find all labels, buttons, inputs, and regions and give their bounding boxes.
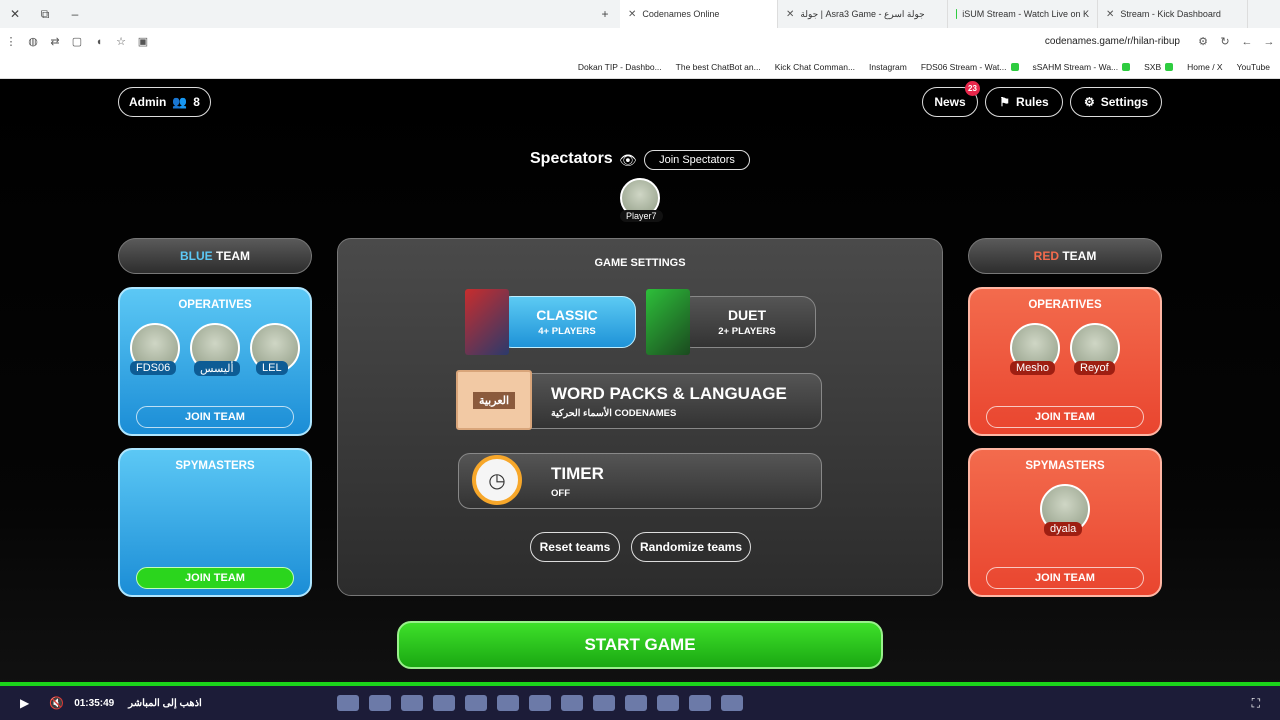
red-team-header: RED TEAM <box>968 238 1162 274</box>
bookmark-item[interactable]: Dokan TIP - Dashbo... <box>578 62 662 72</box>
blue-operatives-panel: OPERATIVES FDS06 أليسس LEL JOIN TEAM <box>118 287 312 436</box>
player-name: أليسس <box>194 361 240 376</box>
news-button[interactable]: News 23 <box>922 81 980 117</box>
app-icon[interactable] <box>400 695 423 711</box>
tab-kick-dashboard[interactable]: ✕ Stream - Kick Dashboard <box>1098 0 1248 28</box>
bookmark-item[interactable]: The best ChatBot an... <box>676 62 761 72</box>
gear-icon: ⚙ <box>1083 95 1095 109</box>
folder-icon[interactable] <box>656 695 679 711</box>
star-icon[interactable]: ☆ <box>110 35 132 48</box>
red-spymasters-panel: SPYMASTERS dyala JOIN TEAM <box>968 448 1162 597</box>
app-icon[interactable] <box>720 695 743 711</box>
player-name: FDS06 <box>130 361 177 375</box>
address-bar: ⋮ ◍ ⇄ ▢ ◖ ☆ ▣ codenames.game/r/hilan-rib… <box>0 28 1280 55</box>
kick-icon <box>1165 62 1174 71</box>
blue-join-operatives-button[interactable]: JOIN TEAM <box>136 406 294 428</box>
player-name: Mesho <box>1010 361 1056 375</box>
blue-team-header: BLUE TEAM <box>118 238 312 274</box>
codenames-app: Admin 👥 8 News 23 ⚑ Rules ⚙ Settings Spe… <box>0 80 1280 686</box>
eye-icon: 👁 <box>619 152 637 168</box>
classic-box-image <box>465 289 509 355</box>
app-icon[interactable] <box>432 695 455 711</box>
rules-button[interactable]: ⚑ Rules <box>985 87 1063 117</box>
player-name: dyala <box>1044 522 1083 536</box>
kick-icon <box>1010 62 1019 71</box>
bookmark-item[interactable]: sSAHM Stream - Wa... <box>1033 62 1131 72</box>
tab-codenames[interactable]: ✕ Codenames Online <box>620 0 778 28</box>
join-spectators-button[interactable]: Join Spectators <box>644 150 750 170</box>
news-badge: 23 <box>965 81 980 96</box>
start-game-button[interactable]: START GAME <box>397 621 883 669</box>
reset-teams-button[interactable]: Reset teams <box>530 532 620 562</box>
settings-button[interactable]: ⚙ Settings <box>1070 87 1162 117</box>
bookmark-item[interactable]: FDS06 Stream - Wat... <box>921 62 1019 72</box>
extension-icon[interactable]: ◍ <box>22 35 44 48</box>
taskbar: ▶ 🔇 01:35:49 اذهب إلى المباشر ⛶ <box>0 686 1280 720</box>
bookmark-icon[interactable]: ▣ <box>132 35 154 48</box>
admin-button[interactable]: Admin 👥 8 <box>118 87 211 117</box>
red-join-operatives-button[interactable]: JOIN TEAM <box>986 406 1144 428</box>
game-settings-panel: GAME SETTINGS CLASSIC 4+ PLAYERS DUET 2+… <box>337 238 943 596</box>
blue-spymasters-panel: SPYMASTERS JOIN TEAM <box>118 448 312 597</box>
cast-icon[interactable]: ◖ <box>88 36 110 48</box>
edge-icon[interactable] <box>688 695 711 711</box>
players-icon: 👥 <box>172 95 188 109</box>
fullscreen-icon[interactable]: ⛶ <box>1252 696 1260 711</box>
app-icon[interactable] <box>624 695 647 711</box>
kick-icon <box>1122 62 1131 71</box>
bookmark-item[interactable]: SXB <box>1144 62 1174 72</box>
back-icon[interactable]: ← <box>1236 36 1258 48</box>
tab-asra3[interactable]: ✕ جولة | Asra3 Game - جولة اسرع <box>778 0 948 28</box>
app-icon[interactable] <box>464 695 487 711</box>
close-window-icon[interactable]: ✕ <box>0 7 30 21</box>
minimize-icon[interactable]: – <box>60 7 90 21</box>
bookmark-item[interactable]: YouTube <box>1237 62 1270 72</box>
app-icon[interactable] <box>496 695 519 711</box>
reload-icon[interactable]: ↻ <box>1214 35 1236 48</box>
bookmark-item[interactable]: Instagram <box>869 62 907 72</box>
player-name: Reyof <box>1074 361 1115 375</box>
forward-icon[interactable]: → <box>1258 36 1280 48</box>
menu-icon[interactable]: ⋮ <box>0 35 22 48</box>
app-icon[interactable] <box>368 695 391 711</box>
chrome-icon[interactable] <box>528 695 551 711</box>
close-tab-icon[interactable]: ✕ <box>628 9 636 20</box>
site-settings-icon[interactable]: ⚙ <box>1192 35 1214 48</box>
classic-mode-button[interactable]: CLASSIC 4+ PLAYERS <box>498 296 636 348</box>
app-icon[interactable] <box>336 695 359 711</box>
bookmark-item[interactable]: Home / X <box>1187 62 1222 72</box>
spectator-name: Player7 <box>620 210 663 222</box>
red-join-spymasters-button[interactable]: JOIN TEAM <box>986 567 1144 589</box>
new-tab-icon[interactable]: + <box>590 7 620 21</box>
randomize-teams-button[interactable]: Randomize teams <box>631 532 751 562</box>
url-field[interactable]: codenames.game/r/hilan-ribup <box>1045 36 1180 47</box>
mute-icon[interactable]: 🔇 <box>49 696 64 710</box>
spectators-title: Spectators <box>530 150 613 167</box>
translate-icon[interactable]: ⇄ <box>44 35 66 48</box>
duet-mode-button[interactable]: DUET 2+ PLAYERS <box>678 296 816 348</box>
app-icon[interactable] <box>560 695 583 711</box>
bookmark-item[interactable]: Kick Chat Comman... <box>775 62 855 72</box>
browser-tab-bar: ✕ ⧉ – + ✕ Codenames Online ✕ جولة | Asra… <box>0 0 1280 28</box>
duet-box-image <box>646 289 690 355</box>
player-name: LEL <box>256 361 288 375</box>
play-icon[interactable]: ▶ <box>20 696 29 710</box>
red-operatives-panel: OPERATIVES Mesho Reyof JOIN TEAM <box>968 287 1162 436</box>
go-live-label[interactable]: اذهب إلى المباشر <box>128 698 202 709</box>
close-tab-icon[interactable]: ✕ <box>786 9 794 20</box>
window-menu-icon[interactable]: ⧉ <box>30 7 60 22</box>
stopwatch-icon: ◷ <box>472 455 522 505</box>
screenshot-icon[interactable]: ▢ <box>66 35 88 48</box>
close-tab-icon[interactable]: ✕ <box>1106 9 1114 20</box>
blue-join-spymasters-button[interactable]: JOIN TEAM <box>136 567 294 589</box>
bookmark-icon: ⚑ <box>999 95 1011 109</box>
tab-isum-stream[interactable]: iSUM Stream - Watch Live on K <box>948 0 1098 28</box>
bookmarks-bar: Dokan TIP - Dashbo... The best ChatBot a… <box>0 55 1280 79</box>
app-icon[interactable] <box>592 695 615 711</box>
playback-time: 01:35:49 <box>74 697 115 709</box>
language-box: العربية <box>456 370 532 430</box>
